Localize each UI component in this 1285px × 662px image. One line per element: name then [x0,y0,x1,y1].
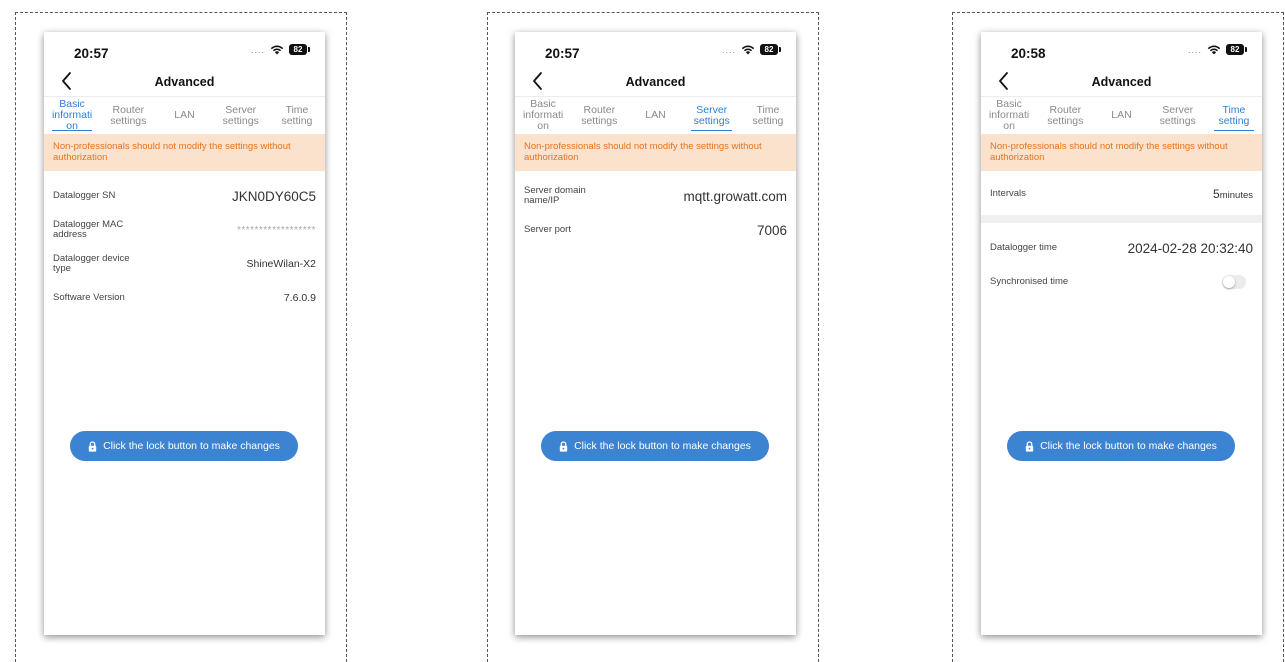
row-label: Software Version [53,291,125,303]
time-section: Datalogger time 2024-02-28 20:32:40 Sync… [981,223,1262,299]
tab-time-setting[interactable]: Time setting [740,97,796,134]
status-time: 20:57 [545,46,580,61]
intervals-row[interactable]: Intervals 5minutes [981,175,1262,213]
page-title: Advanced [1091,75,1152,89]
row-label: Server port [524,223,571,235]
status-bar: 20:57 .... 82 [515,32,796,66]
battery-icon: 82 [1226,44,1247,55]
datalogger-sn-value: JKN0DY60C5 [231,188,316,204]
tab-time-setting[interactable]: Time setting [1206,97,1262,134]
phone-screen-time-setting: 20:58 .... 82 Advanced Basic informati o… [981,32,1262,635]
interval-section: Intervals 5minutes [981,171,1262,213]
row-label: Datalogger time [990,241,1058,253]
nav-bar: Advanced [515,66,796,97]
warning-banner: Non-professionals should not modify the … [515,134,796,171]
tab-bar: Basic informati on Router settings LAN S… [44,97,325,134]
synchronised-time-toggle[interactable] [1222,275,1246,289]
tab-lan[interactable]: LAN [156,97,212,134]
tab-router-settings[interactable]: Router settings [100,97,156,134]
page-title: Advanced [154,75,215,89]
cellular-signal-icon: .... [721,44,736,55]
tab-server-settings[interactable]: Server settings [213,97,269,134]
row-label: Datalogger SN [53,189,116,201]
mac-address-row: Datalogger MAC address *****************… [44,213,325,247]
software-version-value: 7.6.0.9 [283,292,316,304]
page-title: Advanced [625,75,686,89]
tab-basic-information[interactable]: Basic informati on [44,97,100,134]
software-version-row: Software Version 7.6.0.9 [44,281,325,315]
battery-icon: 82 [289,44,310,55]
cellular-signal-icon: .... [250,44,265,55]
nav-bar: Advanced [44,66,325,97]
server-domain-value: mqtt.growatt.com [683,188,787,204]
tab-time-setting[interactable]: Time setting [269,97,325,134]
lock-button[interactable]: Click the lock button to make changes [70,431,298,461]
server-domain-row[interactable]: Server domain name/IP mqtt.growatt.com [515,179,796,213]
lock-button-label: Click the lock button to make changes [1040,440,1217,452]
server-port-row[interactable]: Server port 7006 [515,213,796,247]
status-bar: 20:57 .... 82 [44,32,325,66]
status-indicators: .... 82 [721,44,781,55]
tab-lan[interactable]: LAN [627,97,683,134]
status-time: 20:58 [1011,46,1046,61]
tab-lan[interactable]: LAN [1093,97,1149,134]
intervals-value: 5minutes [1213,187,1253,201]
tab-router-settings[interactable]: Router settings [1037,97,1093,134]
status-indicators: .... 82 [1187,44,1247,55]
tab-server-settings[interactable]: Server settings [1150,97,1206,134]
info-list: Datalogger SN JKN0DY60C5 Datalogger MAC … [44,171,325,315]
server-port-value: 7006 [756,222,787,238]
status-bar: 20:58 .... 82 [981,32,1262,66]
battery-icon: 82 [760,44,781,55]
datalogger-time-value: 2024-02-28 20:32:40 [1127,240,1253,256]
row-label: Server domain name/IP [524,184,586,206]
intervals-unit: minutes [1219,190,1253,201]
lock-button-label: Click the lock button to make changes [103,440,280,452]
wifi-icon [1207,45,1221,55]
phone-screen-server-settings: 20:57 .... 82 Advanced Basic informati o… [515,32,796,635]
warning-banner: Non-professionals should not modify the … [981,134,1262,171]
row-label: Datalogger MAC address [53,218,124,240]
wifi-icon [270,45,284,55]
row-label: Intervals [990,187,1026,199]
nav-bar: Advanced [981,66,1262,97]
phone-screen-basic-info: 20:57 .... 82 Advanced Basic informati o… [44,32,325,635]
mac-address-value: ****************** [236,224,316,236]
lock-icon [559,440,568,452]
tab-server-settings[interactable]: Server settings [684,97,740,134]
warning-banner: Non-professionals should not modify the … [44,134,325,171]
device-type-row: Datalogger device type ShineWilan-X2 [44,247,325,281]
datalogger-time-row: Datalogger time 2024-02-28 20:32:40 [981,231,1262,265]
lock-button-label: Click the lock button to make changes [574,440,751,452]
lock-button[interactable]: Click the lock button to make changes [541,431,769,461]
datalogger-sn-row: Datalogger SN JKN0DY60C5 [44,179,325,213]
lock-button[interactable]: Click the lock button to make changes [1007,431,1235,461]
row-label: Synchronised time [990,275,1069,287]
server-settings-list: Server domain name/IP mqtt.growatt.com S… [515,171,796,247]
tab-bar: Basic informati on Router settings LAN S… [515,97,796,134]
device-type-value: ShineWilan-X2 [246,258,316,270]
status-indicators: .... 82 [250,44,310,55]
lock-icon [88,440,97,452]
row-label: Datalogger device type [53,252,130,274]
synchronised-time-row: Synchronised time [981,265,1262,299]
wifi-icon [741,45,755,55]
intervals-number: 5 [1213,187,1220,201]
tab-basic-information[interactable]: Basic informati on [981,97,1037,134]
tab-router-settings[interactable]: Router settings [571,97,627,134]
tab-bar: Basic informati on Router settings LAN S… [981,97,1262,134]
cellular-signal-icon: .... [1187,44,1202,55]
status-time: 20:57 [74,46,109,61]
lock-icon [1025,440,1034,452]
section-divider [981,215,1262,223]
tab-basic-information[interactable]: Basic informati on [515,97,571,134]
